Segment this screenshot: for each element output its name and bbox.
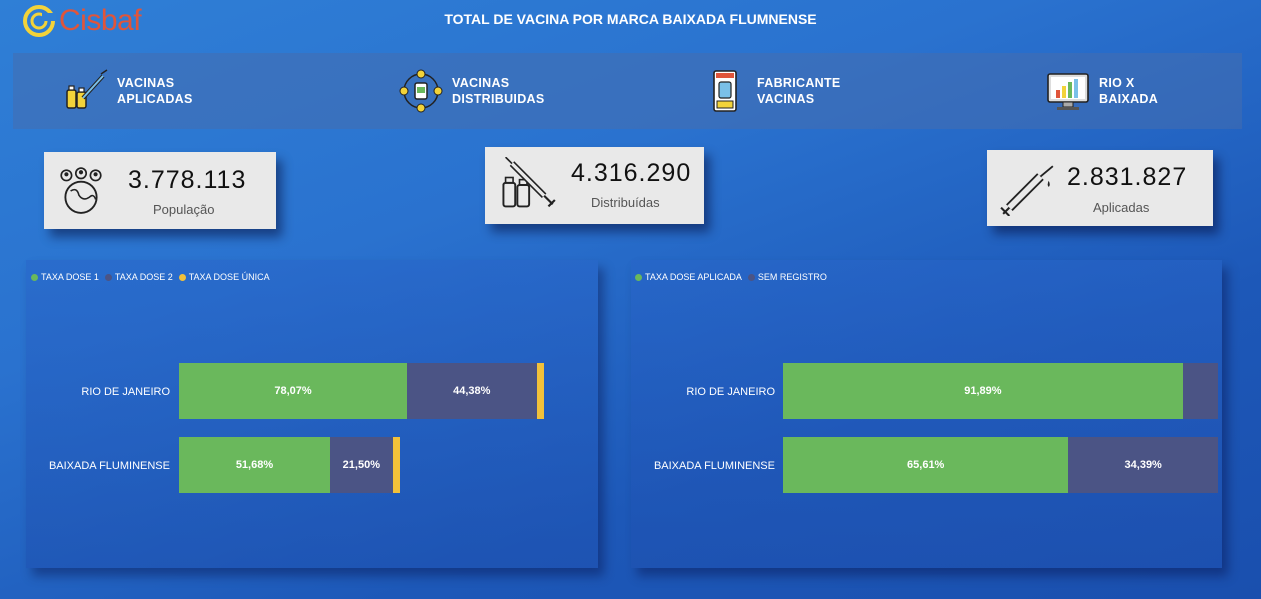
bar-segment[interactable]: 91,89% — [783, 363, 1183, 419]
bar-segment[interactable]: 51,68% — [179, 437, 330, 493]
legend-label: SEM REGISTRO — [757, 272, 827, 282]
bar-segment[interactable]: 34,39% — [1068, 437, 1218, 493]
card-aplicadas: 2.831.827 Aplicadas — [987, 150, 1213, 226]
page-title: TOTAL DE VACINA POR MARCA BAIXADA FLUMNE… — [444, 11, 817, 27]
bar-segment[interactable]: 44,38% — [407, 363, 537, 419]
data-label: 21,50% — [342, 459, 380, 471]
legend-label: TAXA DOSE 2 — [114, 272, 173, 282]
chart-doses-legend: TAXA DOSE 1 TAXA DOSE 2 TAXA DOSE ÚNICA — [31, 272, 276, 282]
aplicadas-value: 2.831.827 — [1067, 163, 1188, 191]
chart-monitor-icon — [1047, 73, 1089, 110]
bar-segment[interactable]: 65,61% — [783, 437, 1069, 493]
category-label: RIO DE JANEIRO — [686, 386, 775, 398]
card-populacao: 3.778.113 População — [44, 152, 276, 229]
aplicadas-label: Aplicadas — [1093, 200, 1150, 215]
legend-item[interactable]: TAXA DOSE 1 — [31, 272, 99, 282]
nav-vacinas-distribuidas[interactable]: VACINAS DISTRIBUIDAS — [398, 53, 545, 129]
bar-row-baixada-fluminense: 65,61% 34,39% — [783, 437, 1218, 493]
bar-segment[interactable] — [392, 437, 400, 493]
data-label: 65,61% — [907, 459, 945, 471]
bar-row-baixada-fluminense: 51,68% 21,50% — [179, 437, 400, 493]
bar-row-rio-de-janeiro: 91,89% — [783, 363, 1218, 419]
populacao-label: População — [153, 202, 215, 217]
nav-vacinas-aplicadas[interactable]: VACINAS APLICADAS — [63, 53, 193, 129]
vaccine-syringe-bottles-icon — [502, 157, 556, 208]
legend-item[interactable]: TAXA DOSE APLICADA — [635, 272, 742, 282]
nav-fabricante-vacinas[interactable]: FABRICANTE VACINAS — [703, 53, 841, 129]
vaccine-vial-icon — [713, 70, 737, 112]
distribuidas-value: 4.316.290 — [571, 159, 692, 187]
vaccine-distribution-icon — [399, 69, 443, 113]
nav-label: FABRICANTE VACINAS — [757, 76, 841, 106]
population-globe-icon — [60, 167, 102, 214]
legend-item[interactable]: SEM REGISTRO — [747, 272, 827, 282]
data-label: 91,89% — [964, 385, 1002, 397]
bar-segment[interactable]: 21,50% — [329, 437, 393, 493]
chart-aplicada-legend: TAXA DOSE APLICADA SEM REGISTRO — [635, 272, 833, 282]
distribuidas-label: Distribuídas — [591, 195, 660, 210]
category-label: RIO DE JANEIRO — [81, 386, 170, 398]
data-label: 44,38% — [453, 385, 491, 397]
legend-label: TAXA DOSE 1 — [41, 272, 99, 282]
bar-row-rio-de-janeiro: 78,07% 44,38% — [179, 363, 544, 419]
legend-swatch — [31, 273, 38, 281]
category-label: BAIXADA FLUMINENSE — [653, 460, 775, 472]
bar-segment[interactable]: 78,07% — [179, 363, 407, 419]
data-label: 34,39% — [1124, 459, 1162, 471]
legend-swatch — [178, 273, 186, 281]
legend-label: TAXA DOSE APLICADA — [645, 272, 742, 282]
populacao-value: 3.778.113 — [128, 166, 247, 194]
nav-rio-x-baixada[interactable]: RIO X BAIXADA — [1045, 53, 1158, 129]
data-label: 51,68% — [235, 459, 274, 471]
legend-item[interactable]: TAXA DOSE 2 — [104, 272, 173, 282]
vaccine-bottles-icon — [66, 69, 108, 109]
legend-swatch — [635, 273, 642, 281]
nav-label: RIO X BAIXADA — [1099, 76, 1159, 106]
syringe-icon — [1000, 165, 1054, 216]
nav-bar: VACINAS APLICADAS VACINAS DISTRIBUIDAS F… — [13, 53, 1242, 129]
nav-label: VACINAS DISTRIBUIDAS — [452, 76, 545, 106]
category-label: BAIXADA FLUMINENSE — [48, 460, 170, 472]
legend-label: TAXA DOSE ÚNICA — [188, 272, 270, 282]
bar-segment[interactable] — [536, 363, 544, 419]
legend-swatch — [747, 273, 755, 281]
nav-label: VACINAS APLICADAS — [117, 76, 193, 106]
bar-segment[interactable] — [1182, 363, 1218, 419]
legend-item[interactable]: TAXA DOSE ÚNICA — [178, 272, 270, 282]
legend-swatch — [104, 273, 112, 281]
data-label: 78,07% — [274, 385, 312, 397]
card-distribuidas: 4.316.290 Distribuídas — [485, 147, 704, 224]
